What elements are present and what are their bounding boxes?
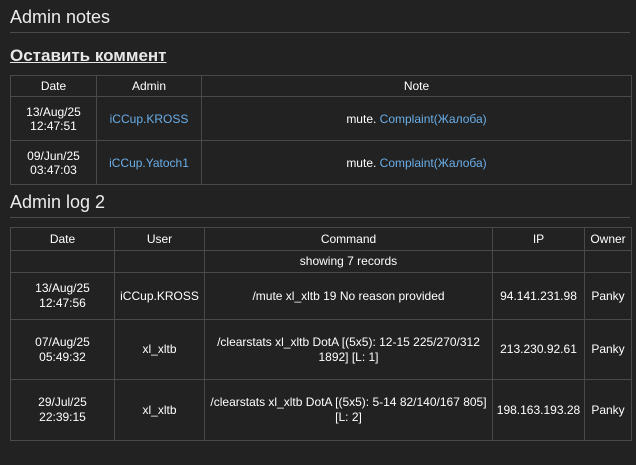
column-header-date: Date [10, 75, 97, 97]
log-header-row: Date User Command IP Owner [10, 227, 632, 251]
log-time: 22:39:15 [39, 410, 86, 424]
log-date: 29/Jul/25 [38, 395, 87, 409]
column-header-date: Date [10, 227, 115, 251]
note-time: 03:47:03 [30, 162, 77, 177]
column-header-note: Note [201, 75, 632, 97]
log-time: 05:49:32 [39, 349, 86, 364]
log-owner: Panky [584, 319, 632, 380]
summary-empty-cell [114, 250, 205, 273]
note-admin-cell: iCCup.Yatoch1 [96, 140, 202, 185]
records-count: showing 7 records [204, 250, 493, 273]
log-owner: Panky [584, 272, 632, 320]
note-time: 12:47:51 [30, 118, 77, 133]
note-text-cell: mute. Complaint(Жалоба) [201, 96, 632, 141]
notes-header-row: Date Admin Note [10, 75, 632, 97]
log-command: /mute xl_xltb 19 No reason provided [204, 272, 493, 320]
summary-row: showing 7 records [10, 250, 632, 273]
admin-link[interactable]: iCCup.Yatoch1 [109, 156, 189, 170]
log-date: 13/Aug/25 [35, 281, 90, 295]
log-owner: Panky [584, 379, 632, 441]
log-user: xl_xltb [114, 379, 205, 441]
admin-link[interactable]: iCCup.KROSS [110, 112, 189, 126]
log-date: 07/Aug/25 [35, 334, 90, 349]
note-date-cell: 13/Aug/25 12:47:51 [10, 96, 97, 141]
summary-empty-cell [584, 250, 632, 273]
note-text: mute. [346, 155, 377, 170]
column-header-admin: Admin [96, 75, 202, 97]
log-time: 12:47:56 [39, 296, 86, 310]
column-header-command: Command [204, 227, 493, 251]
log-date-cell: 07/Aug/25 05:49:32 [10, 319, 115, 380]
note-text: mute. [346, 111, 377, 126]
log-date-cell: 13/Aug/25 12:47:56 [10, 272, 115, 320]
admin-log-table: Date User Command IP Owner showing 7 rec… [10, 227, 632, 441]
table-row: 29/Jul/25 22:39:15 xl_xltb /clearstats x… [10, 379, 632, 441]
note-admin-cell: iCCup.KROSS [96, 96, 202, 141]
summary-empty-cell [10, 250, 115, 273]
admin-log-heading: Admin log 2 [10, 185, 630, 218]
note-date: 13/Aug/25 [26, 104, 81, 119]
note-text-cell: mute. Complaint(Жалоба) [201, 140, 632, 185]
log-command: /clearstats xl_xltb DotA [(5x5): 5-14 82… [204, 379, 493, 441]
table-row: 13/Aug/25 12:47:51 iCCup.KROSS mute. Com… [10, 96, 632, 141]
summary-empty-cell [492, 250, 585, 273]
log-ip: 198.163.193.28 [492, 379, 585, 441]
log-user: iCCup.KROSS [114, 272, 205, 320]
log-date-cell: 29/Jul/25 22:39:15 [10, 379, 115, 441]
complaint-link[interactable]: Complaint(Жалоба) [380, 112, 487, 126]
table-row: 07/Aug/25 05:49:32 xl_xltb /clearstats x… [10, 319, 632, 380]
log-ip: 94.141.231.98 [492, 272, 585, 320]
note-date-cell: 09/Jun/25 03:47:03 [10, 140, 97, 185]
column-header-owner: Owner [584, 227, 632, 251]
column-header-ip: IP [492, 227, 585, 251]
table-row: 09/Jun/25 03:47:03 iCCup.Yatoch1 mute. C… [10, 140, 632, 185]
table-row: 13/Aug/25 12:47:56 iCCup.KROSS /mute xl_… [10, 272, 632, 320]
add-comment-link[interactable]: Оставить коммент [10, 46, 167, 66]
admin-notes-heading: Admin notes [10, 0, 630, 33]
log-command: /clearstats xl_xltb DotA [(5x5): 12-15 2… [204, 319, 493, 380]
log-user: xl_xltb [114, 319, 205, 380]
admin-notes-table: Date Admin Note 13/Aug/25 12:47:51 iCCup… [10, 75, 632, 185]
complaint-link[interactable]: Complaint(Жалоба) [380, 156, 487, 170]
note-date: 09/Jun/25 [27, 148, 80, 163]
log-ip: 213.230.92.61 [492, 319, 585, 380]
column-header-user: User [114, 227, 205, 251]
